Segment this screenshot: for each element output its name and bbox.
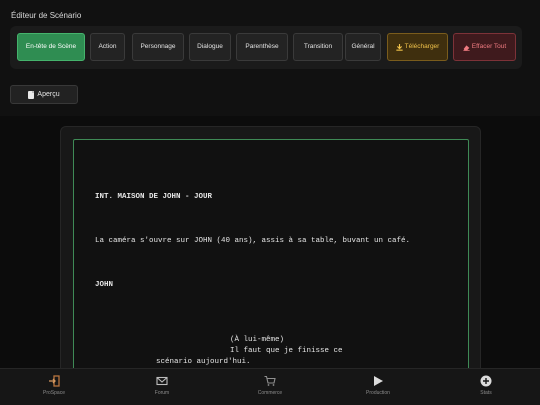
nav-item-stats[interactable]: Stats [456, 375, 516, 401]
nav-item-forum[interactable]: Forum [132, 375, 192, 401]
parenthetical-label: Parenthèse [245, 43, 279, 50]
dialogue-text-line-2[interactable]: scénario aujourd'hui. [156, 358, 251, 366]
page-title: Éditeur de Scénario [11, 11, 82, 20]
nav-label-commerce: Commerce [257, 390, 283, 396]
dialogue-text-line-1[interactable]: Il faut que je finisse ce [230, 347, 343, 355]
character-name-text[interactable]: JOHN [95, 281, 113, 289]
character-label: Personnage [140, 43, 176, 50]
nav-label-prospace: ProSpace [43, 390, 65, 396]
download-icon [396, 43, 403, 51]
format-toolbar: En-tête de Scène Action Personnage Dialo… [10, 26, 522, 69]
download-button[interactable]: Télécharger [387, 33, 448, 61]
character-button[interactable]: Personnage [132, 33, 184, 61]
nav-label-stats: Stats [480, 390, 492, 396]
plus-circle-icon [480, 375, 492, 387]
transition-button[interactable]: Transition [293, 33, 343, 61]
eraser-icon [463, 44, 470, 51]
action-button[interactable]: Action [90, 33, 125, 61]
transition-label: Transition [303, 43, 333, 50]
dialogue-button[interactable]: Dialogue [189, 33, 231, 61]
bottom-navigation: ProSpace Forum Commerce Production Stats [0, 368, 540, 405]
scene-heading-text[interactable]: INT. MAISON DE JOHN - JOUR [95, 193, 212, 201]
action-text[interactable]: La caméra s'ouvre sur JOHN (40 ans), ass… [95, 237, 410, 245]
parenthetical-text[interactable]: (À lui-même) [230, 336, 284, 344]
scene-heading-button[interactable]: En-tête de Scène [17, 33, 85, 61]
clear-all-label: Effacer Tout [471, 43, 507, 50]
nav-item-production[interactable]: Production [348, 375, 408, 401]
dialogue-label: Dialogue [197, 43, 223, 50]
general-label: Général [351, 43, 375, 50]
action-label: Action [98, 43, 117, 50]
scene-heading-label: En-tête de Scène [25, 43, 77, 50]
cart-icon [264, 375, 276, 386]
clear-all-button[interactable]: Effacer Tout [453, 33, 516, 61]
editor-card: INT. MAISON DE JOHN - JOUR La caméra s'o… [60, 126, 481, 386]
enter-icon [49, 375, 60, 387]
nav-label-production: Production [366, 390, 390, 396]
parenthetical-button[interactable]: Parenthèse [236, 33, 288, 61]
general-button[interactable]: Général [345, 33, 381, 61]
preview-button[interactable]: Aperçu [10, 85, 78, 104]
document-icon [28, 90, 35, 99]
nav-item-commerce[interactable]: Commerce [240, 375, 300, 401]
editor-area: INT. MAISON DE JOHN - JOUR La caméra s'o… [0, 116, 540, 386]
play-icon [374, 376, 383, 386]
editor-header: Éditeur de Scénario En-tête de Scène Act… [0, 0, 540, 116]
nav-item-prospace[interactable]: ProSpace [24, 375, 84, 401]
script-page[interactable]: INT. MAISON DE JOHN - JOUR La caméra s'o… [73, 139, 469, 379]
mail-icon [156, 376, 168, 386]
download-label: Télécharger [404, 43, 440, 50]
nav-label-forum: Forum [154, 390, 170, 396]
preview-label: Aperçu [37, 91, 60, 98]
